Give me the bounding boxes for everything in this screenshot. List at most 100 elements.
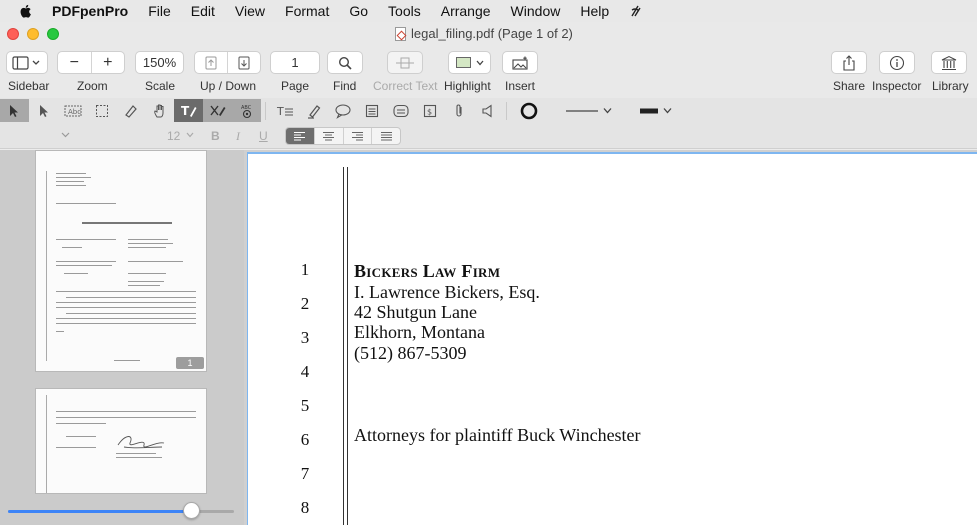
font-size-field[interactable]: 12	[167, 129, 180, 143]
thumb-text-line	[128, 261, 183, 262]
text-box-tool-icon[interactable]: T	[270, 99, 299, 122]
inspector-button[interactable]	[879, 51, 915, 74]
pdf-page[interactable]: 1 2 3 4 5 6 7 8 Bickers Law Firm I. Lawr…	[247, 152, 977, 525]
text-select-tool-icon[interactable]: Abc	[58, 99, 87, 122]
find-label: Find	[333, 79, 357, 93]
left-margin-rule	[347, 167, 348, 525]
window-close-button[interactable]	[7, 28, 19, 40]
note-tool-icon[interactable]	[357, 99, 386, 122]
menu-view[interactable]: View	[235, 3, 265, 19]
find-button[interactable]	[327, 51, 363, 74]
pointer-tool-icon[interactable]	[29, 99, 58, 122]
attorneys-for-line[interactable]: Attorneys for plaintiff Buck Winchester	[354, 425, 641, 446]
pdf-document-icon	[395, 26, 406, 41]
underline-button[interactable]: U	[259, 129, 268, 143]
align-center-button[interactable]	[315, 128, 344, 144]
insert-button[interactable]	[502, 51, 538, 74]
line-weight-dropdown[interactable]	[633, 99, 693, 122]
edit-text-tool-icon[interactable]: T	[174, 99, 203, 122]
script-menu-icon[interactable]	[629, 4, 643, 18]
marquee-tool-icon[interactable]	[87, 99, 116, 122]
zoom-in-button[interactable]: +	[92, 54, 125, 72]
thumb-text-line	[56, 302, 196, 303]
thumbnail-sidebar: 1	[0, 150, 244, 525]
thumb-text-line	[128, 273, 166, 274]
thumb-text-line	[62, 247, 82, 248]
ocr-tool-icon[interactable]: ABC	[232, 99, 261, 122]
scale-label: Scale	[145, 79, 176, 93]
line-number: 2	[300, 294, 310, 313]
attorney-name[interactable]: I. Lawrence Bickers, Esq.	[354, 282, 540, 303]
align-left-button[interactable]	[286, 128, 315, 144]
firm-name[interactable]: Bickers Law Firm	[354, 261, 500, 282]
menu-help[interactable]: Help	[580, 3, 609, 19]
menu-file[interactable]: File	[148, 3, 171, 19]
window-minimize-button[interactable]	[27, 28, 39, 40]
bold-button[interactable]: B	[211, 129, 220, 143]
form-field-tool-icon[interactable]	[386, 99, 415, 122]
line-number: 5	[300, 396, 310, 415]
page-number-field[interactable]: 1	[270, 51, 320, 74]
line-style-dropdown[interactable]	[559, 99, 629, 122]
thumb-text-line	[56, 331, 64, 332]
city-state[interactable]: Elkhorn, Montana	[354, 322, 485, 343]
thumb-text-line	[56, 307, 196, 308]
library-button[interactable]	[931, 51, 967, 74]
scale-field[interactable]: 150%	[135, 51, 184, 74]
slider-knob[interactable]	[182, 502, 200, 519]
align-center-icon	[323, 132, 335, 141]
thumbnail-size-slider[interactable]	[8, 510, 234, 513]
menu-go[interactable]: Go	[349, 3, 368, 19]
inspector-label: Inspector	[872, 79, 922, 93]
library-icon	[941, 55, 957, 70]
menu-arrange[interactable]: Arrange	[441, 3, 491, 19]
page-down-button[interactable]	[228, 56, 260, 70]
menu-app-name[interactable]: PDFpenPro	[52, 3, 128, 19]
thumb-text-line	[56, 447, 96, 448]
stroke-width-circle-icon[interactable]	[511, 99, 547, 122]
correct-text-button[interactable]	[387, 51, 423, 74]
menu-format[interactable]: Format	[285, 3, 329, 19]
image-tool-icon[interactable]: $	[415, 99, 444, 122]
align-right-button[interactable]	[344, 128, 373, 144]
menu-window[interactable]: Window	[511, 3, 561, 19]
page-up-button[interactable]	[195, 56, 227, 70]
attachment-tool-icon[interactable]	[444, 99, 473, 122]
page-updown-control	[194, 51, 261, 74]
document-view[interactable]: 1 2 3 4 5 6 7 8 Bickers Law Firm I. Lawr…	[244, 150, 977, 525]
select-text-tool-icon[interactable]	[0, 99, 29, 122]
share-button[interactable]	[831, 51, 867, 74]
thumb-text-line	[128, 285, 160, 286]
phone-number[interactable]: (512) 867-5309	[354, 343, 466, 364]
font-size-chevron-icon[interactable]	[186, 132, 194, 139]
page-thumbnail-2[interactable]	[35, 388, 207, 494]
zoom-segmented-control: − +	[57, 51, 125, 74]
menu-edit[interactable]: Edit	[191, 3, 215, 19]
line-number: 6	[300, 430, 310, 449]
zoom-out-button[interactable]: −	[58, 54, 91, 72]
comment-tool-icon[interactable]	[328, 99, 357, 122]
redact-tool-icon[interactable]	[203, 99, 232, 122]
correct-text-icon	[396, 57, 414, 68]
eraser-tool-icon[interactable]	[116, 99, 145, 122]
highlight-swatch-icon	[455, 57, 471, 68]
thumb-text-line	[56, 177, 91, 178]
italic-button[interactable]: I	[236, 129, 240, 144]
window-title-bar: legal_filing.pdf (Page 1 of 2)	[0, 22, 977, 46]
font-family-chevron-icon[interactable]	[61, 132, 70, 138]
sidebar-toggle-button[interactable]	[6, 51, 48, 74]
align-justify-button[interactable]	[372, 128, 400, 144]
thumb-text-line	[56, 323, 196, 324]
apple-icon[interactable]	[18, 3, 34, 19]
highlight-color-button[interactable]	[448, 51, 491, 74]
highlighter-tool-icon[interactable]	[299, 99, 328, 122]
page-thumbnail-1[interactable]: 1	[35, 150, 207, 372]
hand-tool-icon[interactable]	[145, 99, 174, 122]
street-address[interactable]: 42 Shutgun Lane	[354, 302, 477, 323]
line-number: 8	[300, 498, 310, 517]
menu-tools[interactable]: Tools	[388, 3, 421, 19]
page-number-badge: 1	[176, 357, 204, 369]
window-zoom-button[interactable]	[47, 28, 59, 40]
audio-tool-icon[interactable]	[473, 99, 502, 122]
text-format-bar: 12 B I U	[0, 123, 977, 149]
